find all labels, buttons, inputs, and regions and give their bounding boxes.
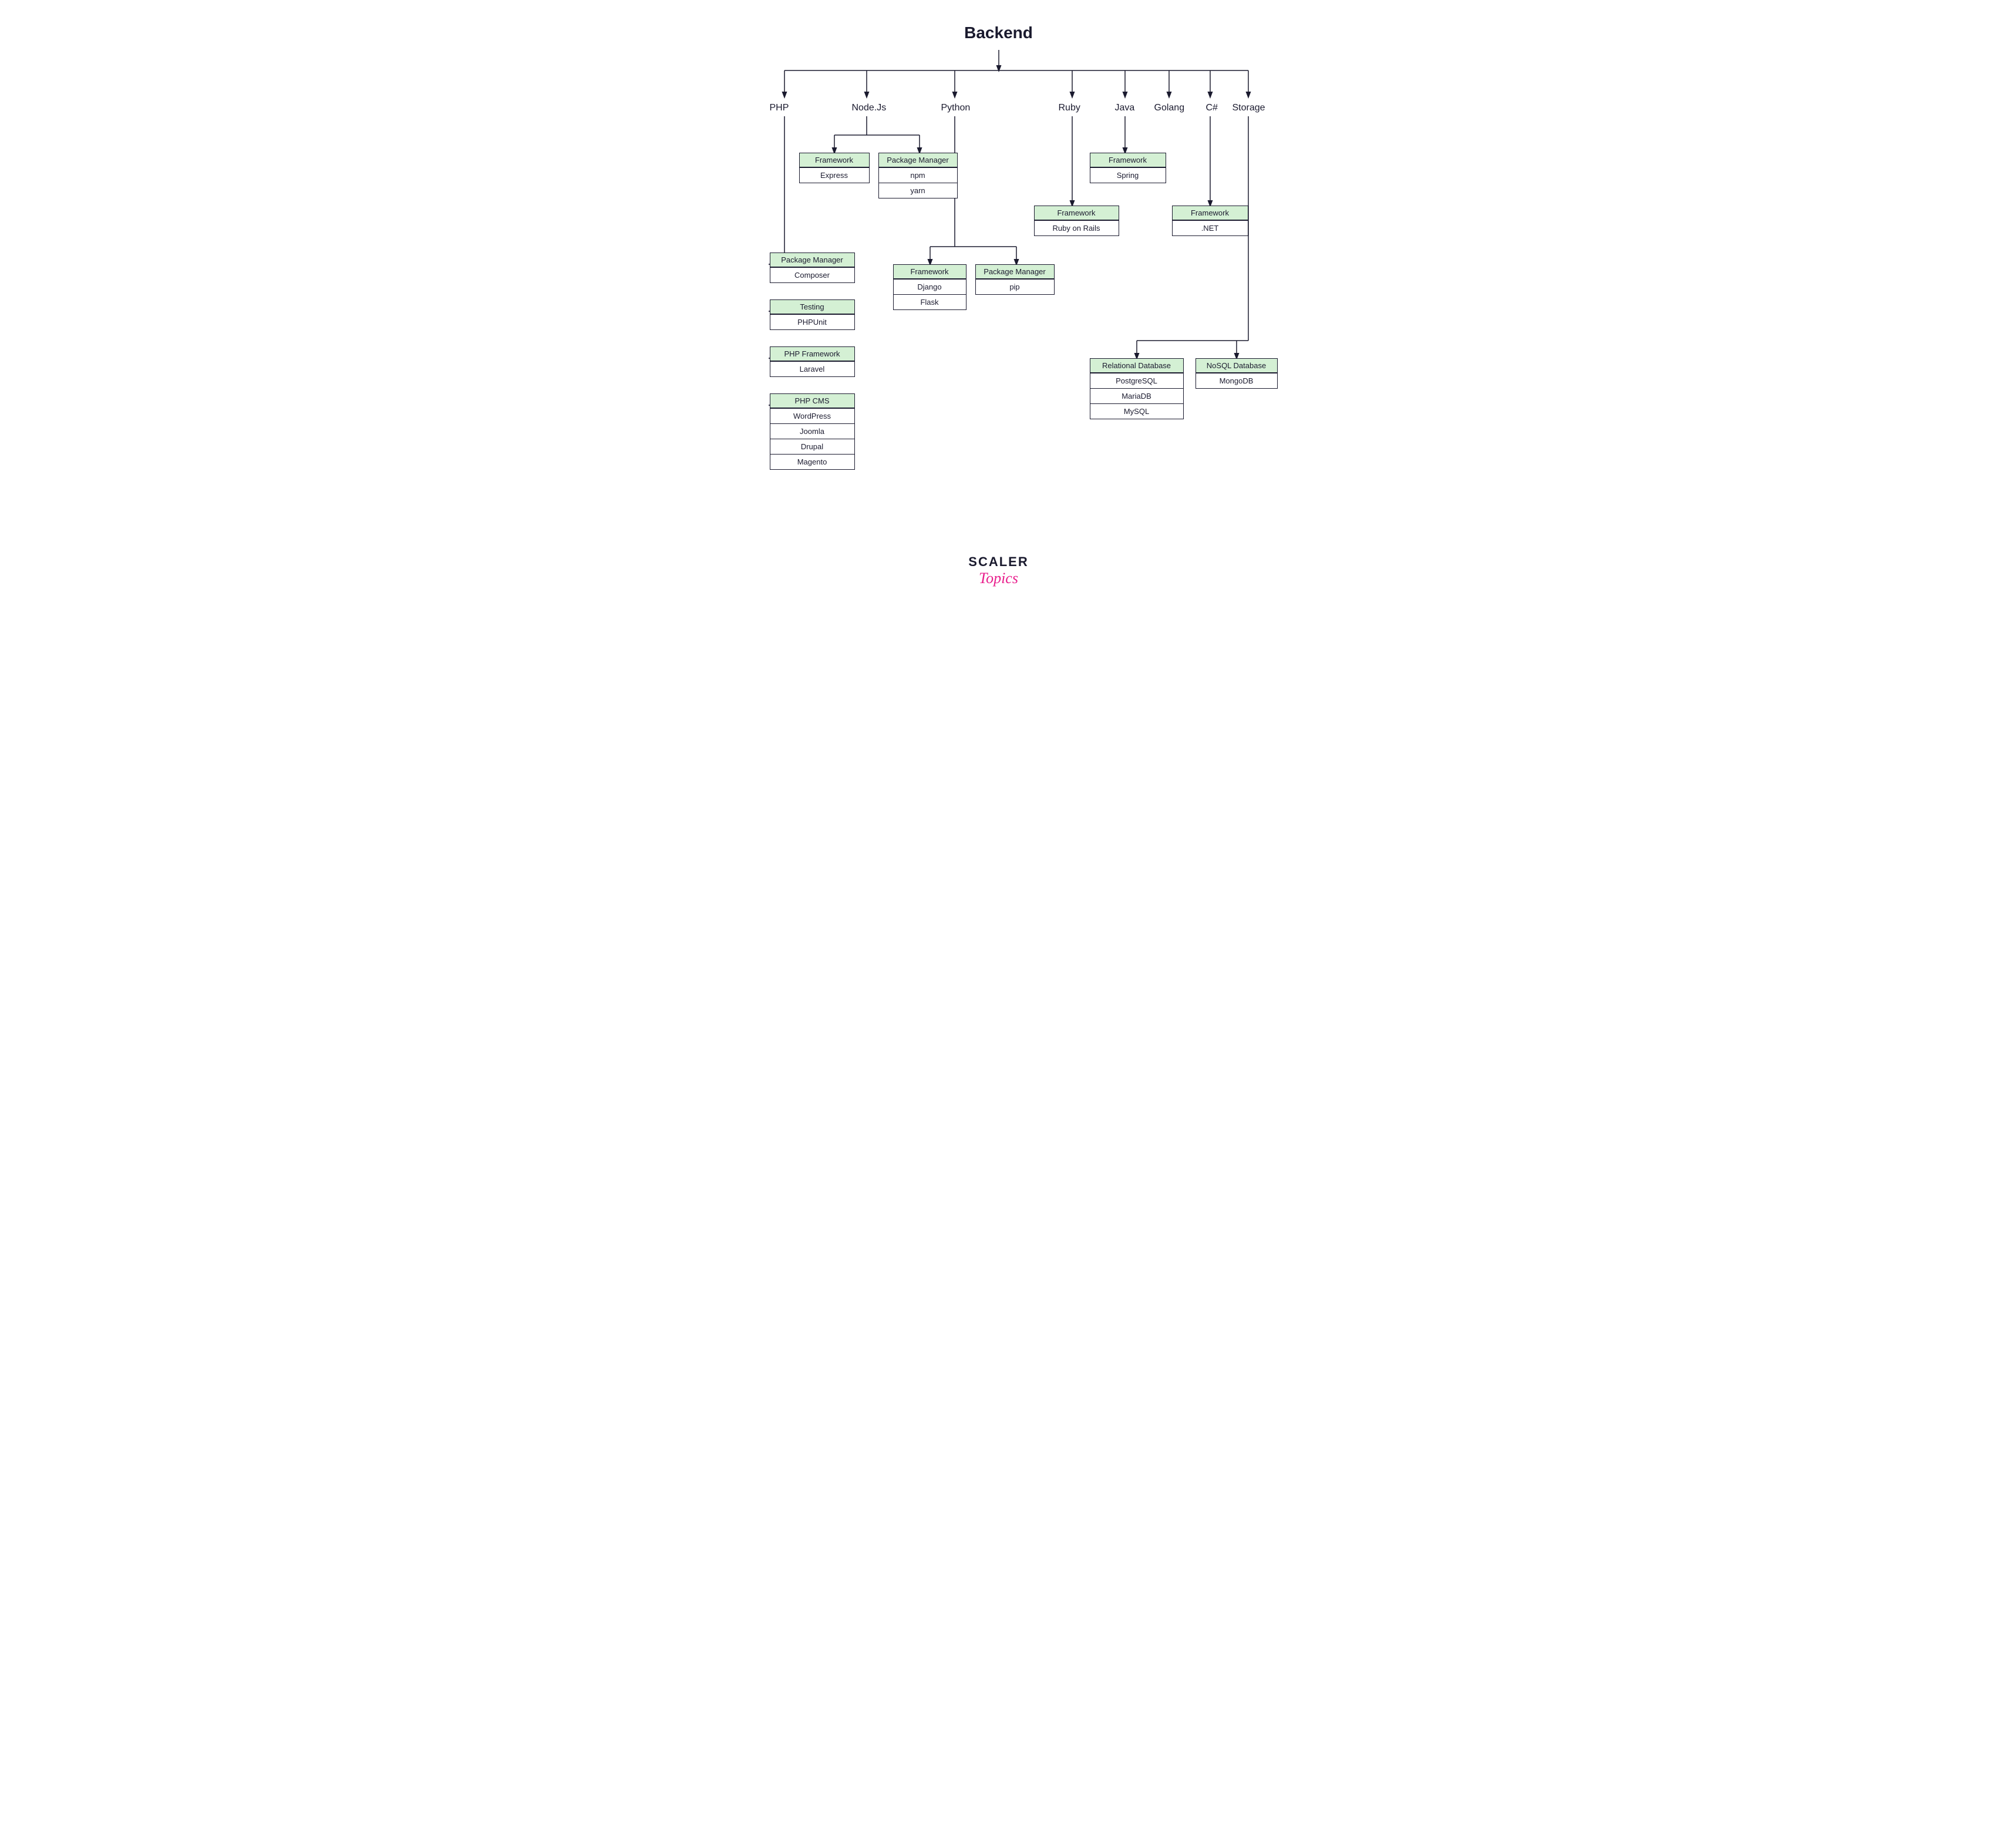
lang-php: PHP [770, 103, 789, 113]
relational-db-postgresql: PostgreSQL [1090, 373, 1183, 388]
ruby-framework-node: Framework Ruby on Rails [1034, 206, 1119, 236]
lang-java: Java [1115, 103, 1135, 113]
python-pkg-node: Package Manager pip [975, 264, 1055, 295]
csharp-framework-node: Framework .NET [1172, 206, 1248, 236]
python-framework-header: Framework [894, 265, 966, 279]
page-title: Backend [735, 12, 1263, 42]
php-pkg-header: Package Manager [770, 253, 854, 267]
python-framework-django: Django [894, 279, 966, 294]
lang-ruby: Ruby [1059, 103, 1080, 113]
php-testing-node: Testing PHPUnit [770, 299, 855, 330]
csharp-framework-net: .NET [1173, 220, 1248, 235]
footer-topics: Topics [968, 570, 1028, 587]
php-cms-joomla: Joomla [770, 423, 854, 439]
python-framework-node: Framework Django Flask [893, 264, 966, 310]
nodejs-pkg-header: Package Manager [879, 153, 957, 167]
footer-scaler: SCALER [968, 554, 1028, 570]
nodejs-framework-node: Framework Express [799, 153, 870, 183]
java-framework-spring: Spring [1090, 167, 1166, 183]
java-framework-header: Framework [1090, 153, 1166, 167]
relational-db-header: Relational Database [1090, 359, 1183, 373]
nosql-db-mongodb: MongoDB [1196, 373, 1277, 388]
nosql-db-node: NoSQL Database MongoDB [1195, 358, 1278, 389]
lang-python: Python [941, 103, 971, 113]
csharp-framework-header: Framework [1173, 206, 1248, 220]
php-pkg-composer: Composer [770, 267, 854, 282]
python-framework-flask: Flask [894, 294, 966, 309]
nodejs-framework-header: Framework [800, 153, 869, 167]
php-framework-node: PHP Framework Laravel [770, 346, 855, 377]
php-pkg-node: Package Manager Composer [770, 253, 855, 283]
lang-nodejs: Node.Js [852, 103, 887, 113]
lang-csharp: C# [1206, 103, 1218, 113]
lang-golang: Golang [1154, 103, 1185, 113]
java-framework-node: Framework Spring [1090, 153, 1166, 183]
python-pkg-header: Package Manager [976, 265, 1054, 279]
php-cms-drupal: Drupal [770, 439, 854, 454]
nosql-db-header: NoSQL Database [1196, 359, 1277, 373]
php-framework-laravel: Laravel [770, 361, 854, 376]
ruby-framework-header: Framework [1035, 206, 1119, 220]
php-cms-wordpress: WordPress [770, 408, 854, 423]
python-pkg-pip: pip [976, 279, 1054, 294]
php-cms-magento: Magento [770, 454, 854, 469]
php-cms-header: PHP CMS [770, 394, 854, 408]
nodejs-framework-express: Express [800, 167, 869, 183]
php-framework-header: PHP Framework [770, 347, 854, 361]
nodejs-pkg-yarn: yarn [879, 183, 957, 198]
relational-db-mariadb: MariaDB [1090, 388, 1183, 403]
relational-db-mysql: MySQL [1090, 403, 1183, 419]
footer: SCALER Topics [968, 554, 1028, 587]
php-cms-node: PHP CMS WordPress Joomla Drupal Magento [770, 393, 855, 470]
php-testing-header: Testing [770, 300, 854, 314]
php-testing-phpunit: PHPUnit [770, 314, 854, 329]
lang-storage: Storage [1232, 103, 1265, 113]
relational-db-node: Relational Database PostgreSQL MariaDB M… [1090, 358, 1184, 419]
nodejs-pkg-npm: npm [879, 167, 957, 183]
diagram-container: Backend [735, 12, 1263, 599]
nodejs-pkg-node: Package Manager npm yarn [878, 153, 958, 198]
ruby-framework-ror: Ruby on Rails [1035, 220, 1119, 235]
